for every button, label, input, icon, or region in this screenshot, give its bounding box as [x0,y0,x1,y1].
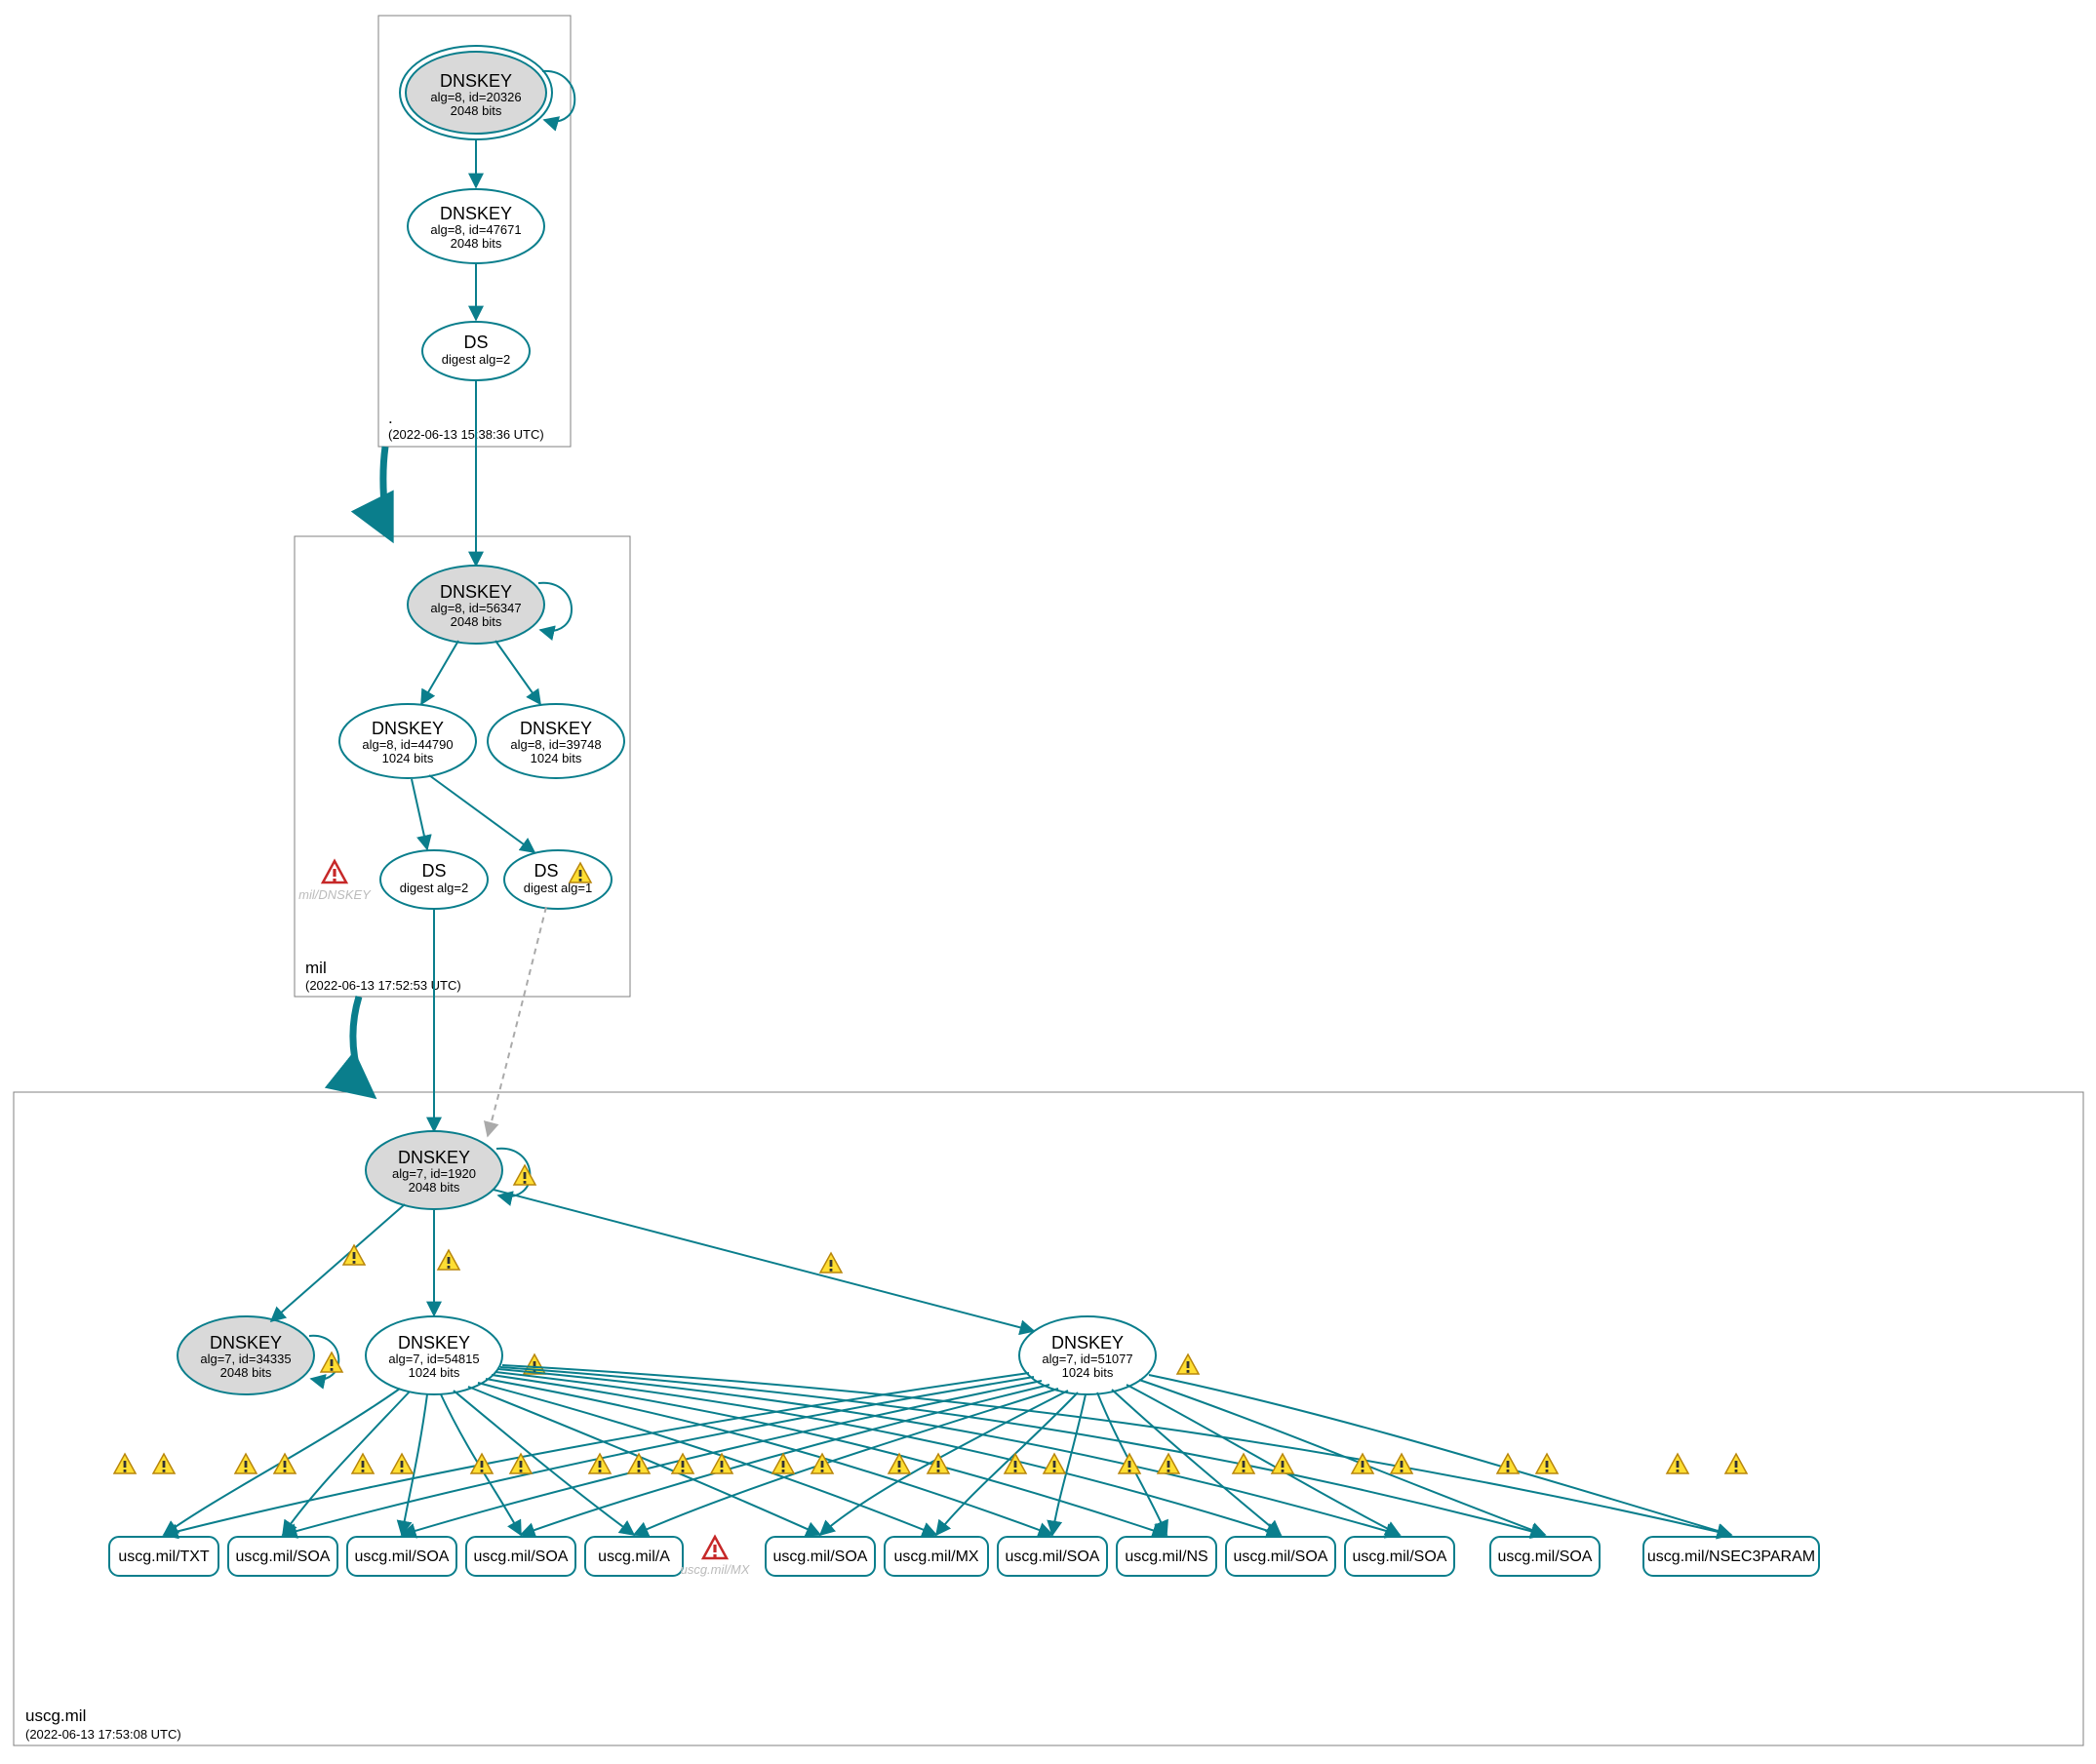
svg-text:alg=8, id=47671: alg=8, id=47671 [430,222,521,237]
uscg-ksk-node[interactable]: DNSKEY alg=7, id=1920 2048 bits [366,1131,502,1209]
rr-soa-5[interactable]: uscg.mil/SOA [998,1537,1107,1576]
svg-text:1024 bits: 1024 bits [382,751,434,765]
zone-uscg-name: uscg.mil [25,1706,86,1725]
uscg-key-34335-node[interactable]: DNSKEY alg=7, id=34335 2048 bits [178,1316,314,1394]
svg-text:uscg.mil/SOA: uscg.mil/SOA [474,1548,569,1565]
edge-milzsk1-ds2 [429,775,534,852]
svg-text:DNSKEY: DNSKEY [398,1333,470,1352]
warn-icon [820,1253,842,1273]
edge-milksk-zsk2 [495,641,540,704]
svg-text:DS: DS [534,861,558,881]
svg-text:DNSKEY: DNSKEY [440,582,512,602]
svg-text:DNSKEY: DNSKEY [440,204,512,223]
svg-text:uscg.mil/SOA: uscg.mil/SOA [773,1548,868,1565]
svg-text:uscg.mil/SOA: uscg.mil/SOA [1006,1548,1100,1565]
svg-text:alg=8, id=56347: alg=8, id=56347 [430,601,521,615]
svg-text:2048 bits: 2048 bits [220,1365,272,1380]
svg-text:1024 bits: 1024 bits [531,751,582,765]
svg-text:DS: DS [421,861,446,881]
svg-text:DNSKEY: DNSKEY [372,719,444,738]
svg-text:alg=7, id=51077: alg=7, id=51077 [1042,1352,1132,1366]
root-zsk-node[interactable]: DNSKEY alg=8, id=47671 2048 bits [408,189,544,263]
svg-text:DNSKEY: DNSKEY [520,719,592,738]
mil-dnskey-error-label: mil/DNSKEY [298,887,372,902]
svg-text:alg=8, id=39748: alg=8, id=39748 [510,737,601,752]
svg-text:uscg.mil/MX: uscg.mil/MX [681,1562,751,1577]
dnssec-graph: . (2022-06-13 15:38:36 UTC) mil (2022-06… [0,0,2096,1764]
svg-text:uscg.mil/NS: uscg.mil/NS [1125,1548,1207,1565]
svg-text:DS: DS [463,333,488,352]
svg-text:uscg.mil/SOA: uscg.mil/SOA [1498,1548,1593,1565]
root-ds-node[interactable]: DS digest alg=2 [422,322,530,380]
rr-soa-6[interactable]: uscg.mil/SOA [1226,1537,1335,1576]
mil-ds1-node[interactable]: DS digest alg=2 [380,850,488,909]
uscg-zsk-54815-node[interactable]: DNSKEY alg=7, id=54815 1024 bits [366,1316,502,1394]
warn-icon [1177,1354,1199,1374]
mil-ds2-node[interactable]: DS digest alg=1 [504,850,612,909]
svg-text:2048 bits: 2048 bits [451,614,502,629]
rr-soa-4[interactable]: uscg.mil/SOA [766,1537,875,1576]
zone-uscg-box [14,1092,2083,1745]
rr-txt[interactable]: uscg.mil/TXT [109,1537,218,1576]
rr-soa-2[interactable]: uscg.mil/SOA [347,1537,456,1576]
rr-a[interactable]: uscg.mil/A [585,1537,683,1576]
svg-text:DNSKEY: DNSKEY [398,1148,470,1167]
svg-text:1024 bits: 1024 bits [1062,1365,1114,1380]
rr-soa-3[interactable]: uscg.mil/SOA [466,1537,575,1576]
error-icon [323,861,346,882]
svg-text:uscg.mil/SOA: uscg.mil/SOA [355,1548,450,1565]
svg-text:DNSKEY: DNSKEY [1051,1333,1124,1352]
deleg-mil-uscg [353,997,371,1094]
warn-icon [438,1250,459,1270]
root-ksk-node[interactable]: DNSKEY alg=8, id=20326 2048 bits [400,46,552,139]
svg-text:1024 bits: 1024 bits [409,1365,460,1380]
svg-text:digest alg=2: digest alg=2 [442,352,510,367]
mil-zsk2-node[interactable]: DNSKEY alg=8, id=39748 1024 bits [488,704,624,778]
svg-text:2048 bits: 2048 bits [451,103,502,118]
mil-zsk1-node[interactable]: DNSKEY alg=8, id=44790 1024 bits [339,704,476,778]
rr-ns[interactable]: uscg.mil/NS [1117,1537,1216,1576]
rr-nsec3param[interactable]: uscg.mil/NSEC3PARAM [1643,1537,1819,1576]
svg-text:uscg.mil/SOA: uscg.mil/SOA [1234,1548,1328,1565]
edges-z2-to-rr [164,1373,1731,1535]
svg-text:alg=8, id=44790: alg=8, id=44790 [362,737,453,752]
svg-text:uscg.mil/SOA: uscg.mil/SOA [1353,1548,1447,1565]
deleg-root-mil [383,447,390,536]
zone-uscg-time: (2022-06-13 17:53:08 UTC) [25,1727,181,1742]
rr-mx[interactable]: uscg.mil/MX [885,1537,988,1576]
rr-soa-8[interactable]: uscg.mil/SOA [1490,1537,1600,1576]
svg-text:DNSKEY: DNSKEY [440,71,512,91]
root-ksk-selfsig [542,71,574,122]
svg-text:2048 bits: 2048 bits [451,236,502,251]
svg-text:uscg.mil/TXT: uscg.mil/TXT [118,1548,210,1565]
zone-mil-name: mil [305,959,327,977]
svg-text:uscg.mil/A: uscg.mil/A [598,1548,670,1565]
svg-text:alg=7, id=1920: alg=7, id=1920 [392,1166,476,1181]
uscg-zsk-51077-node[interactable]: DNSKEY alg=7, id=51077 1024 bits [1019,1316,1156,1394]
svg-text:alg=8, id=20326: alg=8, id=20326 [430,90,521,104]
edge-milksk-zsk1 [421,641,458,704]
zone-root-name: . [388,409,393,427]
rr-soa-7[interactable]: uscg.mil/SOA [1345,1537,1454,1576]
mil-ksk-node[interactable]: DNSKEY alg=8, id=56347 2048 bits [408,566,544,644]
zone-mil-time: (2022-06-13 17:52:53 UTC) [305,978,461,993]
warn-icon [514,1165,535,1185]
rr-soa-1[interactable]: uscg.mil/SOA [228,1537,337,1576]
svg-text:digest alg=2: digest alg=2 [400,881,468,895]
svg-text:uscg.mil/MX: uscg.mil/MX [893,1548,978,1565]
svg-text:DNSKEY: DNSKEY [210,1333,282,1352]
svg-text:alg=7, id=54815: alg=7, id=54815 [388,1352,479,1366]
edge-milzsk1-ds1 [412,779,427,849]
rr-mx-error: uscg.mil/MX [681,1537,751,1577]
svg-text:uscg.mil/SOA: uscg.mil/SOA [236,1548,331,1565]
edge-milds2-uksk-dashed [488,907,546,1136]
svg-text:2048 bits: 2048 bits [409,1180,460,1195]
zone-root-time: (2022-06-13 15:38:36 UTC) [388,427,544,442]
svg-text:uscg.mil/NSEC3PARAM: uscg.mil/NSEC3PARAM [1647,1548,1815,1565]
svg-text:alg=7, id=34335: alg=7, id=34335 [200,1352,291,1366]
rr-row: uscg.mil/TXT uscg.mil/SOA uscg.mil/SOA u… [109,1537,1819,1577]
